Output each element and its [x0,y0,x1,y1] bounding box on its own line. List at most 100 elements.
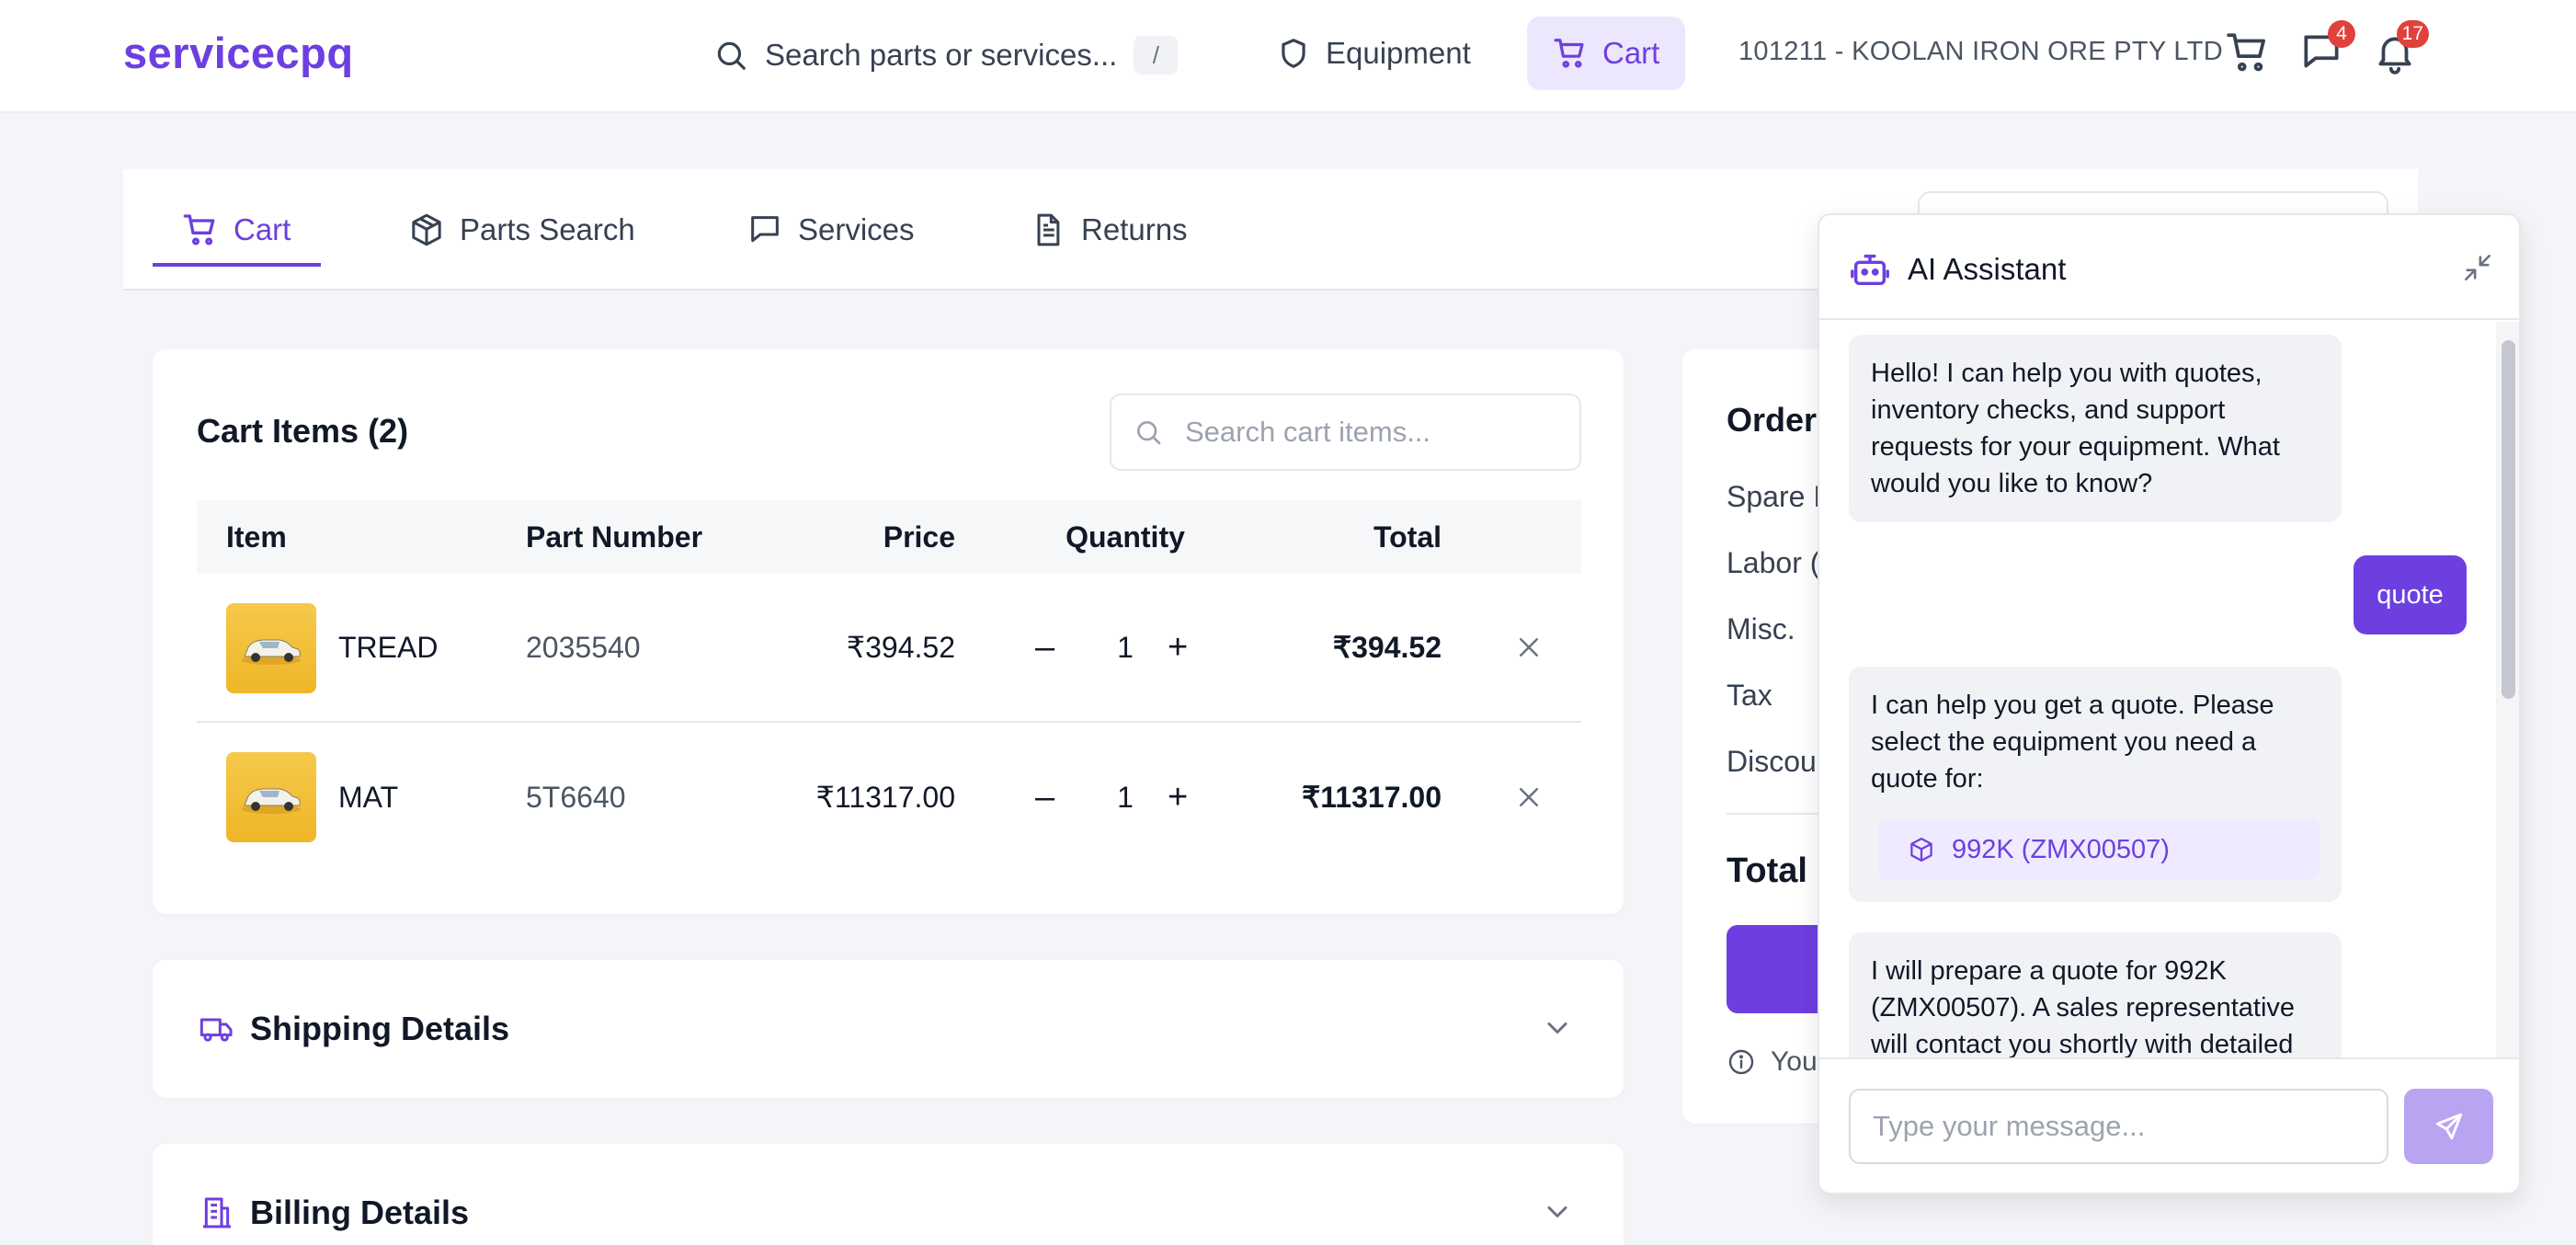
info-icon [1727,1047,1756,1077]
document-icon [1030,211,1066,248]
send-button[interactable] [2404,1089,2493,1164]
nav-cart[interactable]: Cart [1527,17,1686,90]
search-shortcut-key: / [1134,36,1179,74]
cart-table-header: Item Part Number Price Quantity Total [197,500,1581,574]
robot-icon [1849,248,1891,291]
ai-assistant-title: AI Assistant [1908,252,2067,286]
brand-logo[interactable]: servicecpq [123,28,354,78]
tab-cart-label: Cart [234,212,291,246]
table-row: MAT 5T6640 ₹11317.00 – 1 + ₹11317.00 [197,723,1581,872]
box-icon [1908,836,1935,863]
decrease-quantity-button[interactable]: – [1035,574,1054,721]
item-name: MAT [338,780,399,814]
shipping-details-section[interactable]: Shipping Details [153,960,1624,1098]
equipment-option-label: 992K (ZMX00507) [1952,835,2170,864]
shipping-details-header[interactable]: Shipping Details [199,960,509,1098]
summary-note-text: You [1771,1046,1818,1077]
summary-row-spare-parts: Spare I [1727,480,1822,513]
column-part-number: Part Number [526,520,703,554]
cart-icon [182,211,219,248]
summary-row-discount: Discou [1727,745,1817,778]
item-name: TREAD [338,630,439,664]
close-icon [1515,634,1543,661]
messages-button[interactable]: 4 [2298,20,2355,75]
billing-details-title: Billing Details [250,1194,470,1231]
remove-item-button[interactable] [1515,723,1543,872]
item-price: ₹394.52 [846,631,955,664]
product-thumbnail [226,752,316,842]
global-search-placeholder[interactable]: Search parts or services... [765,38,1117,73]
billing-details-section[interactable]: Billing Details [153,1144,1624,1245]
part-number: 5T6640 [526,780,626,814]
tab-parts-search[interactable]: Parts Search [408,202,635,257]
equipment-option-button[interactable]: 992K (ZMX00507) [1878,819,2320,880]
quantity-value[interactable]: 1 [1102,723,1148,872]
summary-row-misc: Misc. [1727,612,1795,645]
send-icon [2434,1111,2465,1142]
tab-services[interactable]: Services [747,202,915,257]
ai-assistant-panel: AI Assistant Hello! I can help you with … [1818,213,2521,1194]
chevron-down-icon[interactable] [1541,1195,1574,1228]
tab-parts-search-label: Parts Search [460,212,635,246]
item-total: ₹11317.00 [1301,781,1442,814]
tab-returns[interactable]: Returns [1030,202,1188,257]
minimize-icon[interactable] [2462,252,2493,283]
truck-icon [199,1011,235,1047]
table-row: TREAD 2035540 ₹394.52 – 1 + ₹394.52 [197,574,1581,723]
summary-row-tax: Tax [1727,679,1772,712]
column-item: Item [226,520,287,554]
cart-search-input[interactable] [1185,416,1553,449]
search-icon [1134,417,1163,447]
assistant-message: Hello! I can help you with quotes, inven… [1849,335,2342,522]
account-selector[interactable]: 101211 - KOOLAN IRON ORE PTY LTD [1738,37,2223,67]
chevron-down-icon[interactable] [1541,1011,1574,1045]
shipping-details-title: Shipping Details [250,1010,510,1047]
ai-composer [1819,1057,2519,1193]
nav-equipment-label: Equipment [1326,36,1471,70]
search-icon [713,38,748,73]
notifications-badge: 17 [2396,20,2429,48]
box-icon [408,211,445,248]
tab-services-label: Services [798,212,915,246]
assistant-message: I will prepare a quote for 992K (ZMX0050… [1849,932,2342,1057]
summary-row-labor: Labor ( [1727,546,1820,579]
tab-cart[interactable]: Cart [182,202,291,257]
user-message: quote [2354,555,2467,634]
cart-icon [2225,29,2271,75]
cart-title: Cart Items (2) [197,412,409,450]
summary-total-label: Total [1727,851,1807,890]
column-price: Price [883,520,955,554]
nav-equipment[interactable]: Equipment [1250,17,1497,90]
increase-quantity-button[interactable]: + [1168,723,1188,872]
ai-message-list: Hello! I can help you with quotes, inven… [1819,322,2496,1057]
increase-quantity-button[interactable]: + [1168,574,1188,721]
item-price: ₹11317.00 [815,781,955,814]
remove-item-button[interactable] [1515,574,1543,721]
order-summary-title: Order [1727,401,1818,439]
nav-cart-label: Cart [1602,36,1660,70]
messages-badge: 4 [2328,20,2355,48]
assistant-message: I can help you get a quote. Please selec… [1849,667,2342,902]
ai-scrollbar-thumb[interactable] [2502,340,2515,699]
cart-icon [1553,36,1588,71]
top-navigation-bar: servicecpq Search parts or services... /… [0,0,2576,113]
notifications-button[interactable]: 17 [2372,20,2429,75]
part-number: 2035540 [526,630,641,664]
column-total: Total [1373,520,1442,554]
billing-details-header[interactable]: Billing Details [199,1144,469,1245]
quantity-value[interactable]: 1 [1102,574,1148,721]
ai-message-input[interactable] [1849,1089,2388,1164]
close-icon [1515,783,1543,811]
cart-search[interactable] [1110,394,1581,471]
global-search[interactable]: Search parts or services... / [713,31,1179,79]
item-total: ₹394.52 [1332,631,1442,664]
ai-assistant-header: AI Assistant [1819,215,2519,320]
column-quantity: Quantity [1066,520,1185,554]
building-icon [199,1194,235,1231]
cart-items-card: Cart Items (2) Item Part Number Price Qu… [153,349,1624,914]
tab-returns-label: Returns [1081,212,1188,246]
decrease-quantity-button[interactable]: – [1035,723,1054,872]
assistant-message-text: I can help you get a quote. Please selec… [1871,691,2274,794]
message-square-icon [747,211,783,248]
cart-button[interactable] [2225,29,2271,75]
